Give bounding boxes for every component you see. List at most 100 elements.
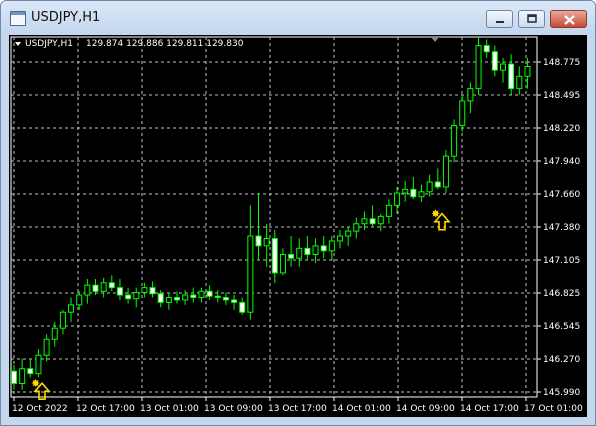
candle-body [19, 368, 26, 384]
star-marker-icon: ✸ [431, 208, 440, 221]
candlestick-chart[interactable]: 148.775 148.495 148.220 147.940 147.660 147.3… [9, 35, 587, 417]
candle-body [320, 245, 327, 252]
candle-body [288, 253, 295, 259]
candle-body [174, 296, 180, 301]
candle-body [206, 290, 213, 297]
x-tick-label: 13 Oct 01:00 [140, 404, 199, 414]
x-tick-label: 13 Oct 17:00 [268, 404, 327, 414]
y-tick-label: 147.660 [543, 190, 580, 200]
plot-frame [10, 36, 538, 398]
candle-body [68, 304, 75, 313]
title-bar[interactable]: USDJPY,H1 [1, 1, 595, 33]
candle-body [475, 45, 482, 90]
ohlc-label: 129.874 129.886 129.811 129.830 [86, 39, 244, 49]
close-icon [564, 15, 575, 25]
candle-body [92, 284, 99, 292]
minimize-icon [496, 21, 504, 23]
candle-body [116, 287, 123, 296]
candle-body [214, 295, 221, 298]
candle-body [483, 45, 490, 53]
candle-body [337, 235, 343, 242]
y-tick-label: 146.270 [543, 355, 580, 365]
chart-area[interactable]: 148.775 148.495 148.220 147.940 147.660 147.3… [9, 35, 587, 417]
candle-body [418, 191, 425, 198]
candle-body [508, 63, 515, 90]
candle-body [442, 155, 449, 188]
candle-body [369, 218, 376, 225]
y-tick-label: 148.775 [543, 58, 580, 68]
star-marker-icon: ✸ [31, 377, 40, 390]
y-tick-label: 146.825 [543, 289, 580, 299]
candle-body [402, 188, 409, 194]
candle-body [198, 290, 205, 298]
x-tick-label: 13 Oct 09:00 [204, 404, 263, 414]
candle-body [59, 311, 66, 329]
candle-body [100, 282, 107, 292]
minimize-button[interactable] [486, 10, 513, 28]
candle-body [255, 235, 262, 247]
candle-body [165, 296, 172, 303]
chart-shift-icon [431, 37, 439, 42]
candle-body [459, 100, 466, 126]
y-tick-label: 147.940 [543, 157, 580, 167]
window-title: USDJPY,H1 [31, 10, 101, 25]
y-tick-label: 147.105 [543, 256, 580, 266]
candle-body [385, 204, 392, 217]
x-tick-label: 12 Oct 2022 [12, 404, 68, 414]
chart-window-icon [10, 11, 26, 26]
maximize-button[interactable] [518, 10, 545, 28]
candle-body [231, 299, 238, 303]
candle-body [51, 327, 58, 340]
y-tick-label: 147.380 [543, 223, 580, 233]
x-tick-label: 17 Oct 01:00 [524, 404, 583, 414]
x-tick-label: 12 Oct 17:00 [76, 404, 135, 414]
y-tick-label: 148.220 [543, 124, 580, 134]
candle-body [279, 253, 286, 274]
symbol-label: USDJPY,H1 [25, 39, 73, 49]
candle-body [451, 124, 458, 157]
candle-body [394, 192, 401, 206]
candle-body [43, 338, 50, 356]
candle-body [296, 247, 303, 259]
candle-body [182, 294, 189, 301]
x-tick-label: 14 Oct 17:00 [460, 404, 519, 414]
candle-body [149, 287, 156, 295]
candle-body [11, 370, 17, 384]
candle-body [434, 181, 441, 188]
candle-body [345, 230, 352, 237]
candle-body [27, 368, 34, 375]
candle-body [76, 294, 83, 306]
candle-body [328, 240, 335, 252]
maximize-icon [527, 14, 537, 23]
candle-body [524, 65, 531, 77]
chart-window[interactable]: USDJPY,H1 148.775 148.495 148.220 147.940 14… [0, 0, 596, 426]
y-tick-label: 145.990 [543, 388, 580, 398]
candle-body [141, 287, 148, 294]
candle-body [247, 235, 254, 313]
candle-body [304, 247, 311, 255]
candle-body [491, 51, 498, 71]
dropdown-triangle-icon [15, 42, 21, 46]
candle-body [312, 245, 319, 255]
candle-body [500, 63, 506, 71]
candle-body [410, 188, 417, 198]
candle-body [84, 284, 91, 296]
candle-body [467, 88, 474, 102]
candle-body [239, 301, 246, 313]
candle-body [190, 294, 197, 298]
candle-body [516, 75, 523, 90]
x-tick-label: 14 Oct 09:00 [396, 404, 455, 414]
candle-body [35, 354, 42, 375]
candle-body [108, 282, 115, 289]
candle-body [361, 218, 368, 225]
close-button[interactable] [550, 10, 587, 28]
candle-body [426, 181, 433, 193]
y-tick-label: 148.495 [543, 91, 580, 101]
candle-body [353, 223, 360, 232]
x-tick-label: 14 Oct 01:00 [332, 404, 391, 414]
candle-body [133, 292, 140, 300]
y-tick-label: 146.545 [543, 322, 580, 332]
candle-body [377, 215, 384, 225]
candle-body [263, 238, 270, 247]
candle-body [222, 296, 229, 301]
